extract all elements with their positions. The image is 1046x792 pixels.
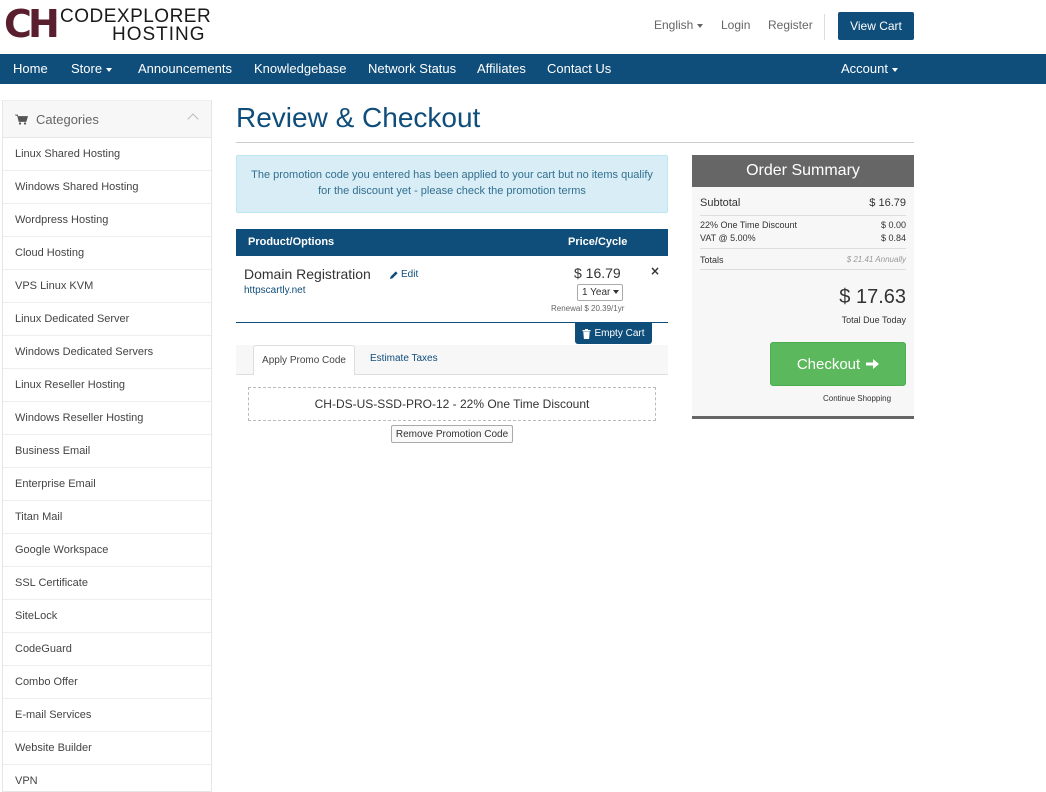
header: CH CODEXPLORER HOSTING English Login Reg…: [0, 0, 1046, 54]
nav-network-status[interactable]: Network Status: [368, 54, 456, 84]
sidebar-item[interactable]: Cloud Hosting: [3, 237, 211, 270]
applied-promo-code: CH-DS-US-SSD-PRO-12 - 22% One Time Disco…: [248, 387, 656, 421]
continue-shopping-link[interactable]: Continue Shopping: [823, 394, 891, 403]
login-link[interactable]: Login: [721, 18, 750, 32]
total-due-amount: $ 17.63: [839, 286, 906, 308]
logo-line-2: HOSTING: [112, 24, 206, 45]
sidebar-item[interactable]: Linux Shared Hosting: [3, 138, 211, 171]
categories-sidebar: Categories Linux Shared Hosting Windows …: [2, 100, 212, 792]
nav-home[interactable]: Home: [13, 54, 48, 84]
chevron-up-icon[interactable]: [187, 113, 199, 125]
promo-tabs: Apply Promo Code Estimate Taxes CH-DS-US…: [236, 345, 668, 457]
item-name: Domain Registration: [244, 266, 371, 282]
sidebar-item[interactable]: Google Workspace: [3, 534, 211, 567]
arrow-right-icon: [866, 359, 880, 369]
promo-tab-panel: CH-DS-US-SSD-PRO-12 - 22% One Time Disco…: [236, 375, 668, 457]
total-due-label: Total Due Today: [841, 315, 906, 325]
promo-alert: The promotion code you entered has been …: [236, 155, 668, 213]
nav-contact-us[interactable]: Contact Us: [547, 54, 611, 84]
sidebar-item[interactable]: SiteLock: [3, 600, 211, 633]
divider: [236, 142, 914, 143]
empty-cart-button[interactable]: Empty Cart: [575, 323, 652, 344]
chevron-down-icon: [613, 290, 620, 295]
sidebar-item[interactable]: Business Email: [3, 435, 211, 468]
nav-store[interactable]: Store: [71, 54, 113, 84]
vat-row: VAT @ 5.00% $ 0.84: [700, 233, 906, 243]
sidebar-item[interactable]: Website Builder: [3, 732, 211, 765]
language-selector[interactable]: English: [654, 18, 704, 32]
sidebar-item[interactable]: Windows Dedicated Servers: [3, 336, 211, 369]
item-price: $ 16.79: [574, 265, 621, 281]
sidebar-item[interactable]: E-mail Services: [3, 699, 211, 732]
billing-cycle-select[interactable]: 1 Year: [577, 284, 623, 301]
sidebar-item[interactable]: VPN: [3, 765, 211, 792]
sidebar-item[interactable]: Combo Offer: [3, 666, 211, 699]
sidebar-item[interactable]: SSL Certificate: [3, 567, 211, 600]
cart-icon: [15, 114, 28, 125]
divider: [824, 14, 825, 40]
order-summary: Order Summary Subtotal $ 16.79 22% One T…: [692, 155, 914, 419]
pencil-icon: [390, 270, 398, 279]
col-price-cycle: Price/Cycle: [568, 236, 628, 248]
remove-promo-button[interactable]: Remove Promotion Code: [391, 425, 513, 443]
sidebar-item[interactable]: CodeGuard: [3, 633, 211, 666]
col-product-options: Product/Options: [248, 236, 335, 248]
cart-table-header: Product/Options Price/Cycle: [236, 229, 668, 256]
sidebar-item[interactable]: Linux Dedicated Server: [3, 303, 211, 336]
divider: [700, 215, 906, 216]
order-summary-title: Order Summary: [692, 155, 914, 187]
sidebar-item[interactable]: Linux Reseller Hosting: [3, 369, 211, 402]
sidebar-item[interactable]: Enterprise Email: [3, 468, 211, 501]
item-domain: httpscartly.net: [244, 285, 306, 296]
categories-header[interactable]: Categories: [3, 100, 211, 138]
checkout-button[interactable]: Checkout: [770, 342, 906, 386]
totals-row: Totals $ 21.41 Annually: [700, 255, 906, 265]
renewal-price: Renewal $ 20.39/1yr: [551, 304, 625, 313]
sidebar-item[interactable]: Titan Mail: [3, 501, 211, 534]
divider: [700, 269, 906, 270]
page-title: Review & Checkout: [236, 102, 481, 133]
categories-title: Categories: [36, 111, 99, 127]
tab-apply-promo-code[interactable]: Apply Promo Code: [253, 345, 355, 375]
nav-account[interactable]: Account: [841, 54, 898, 84]
logo[interactable]: CH CODEXPLORER HOSTING: [4, 2, 211, 46]
tab-estimate-taxes[interactable]: Estimate Taxes: [370, 353, 438, 364]
trash-icon: [582, 328, 591, 339]
register-link[interactable]: Register: [768, 18, 813, 32]
view-cart-button[interactable]: View Cart: [838, 12, 914, 40]
nav-knowledgebase[interactable]: Knowledgebase: [254, 54, 347, 84]
sidebar-item[interactable]: Wordpress Hosting: [3, 204, 211, 237]
nav-announcements[interactable]: Announcements: [138, 54, 232, 84]
main-nav: Home Store Announcements Knowledgebase N…: [0, 54, 1046, 84]
remove-item-icon[interactable]: ×: [650, 264, 660, 278]
subtotal-row: Subtotal $ 16.79: [700, 197, 906, 209]
sidebar-item[interactable]: VPS Linux KVM: [3, 270, 211, 303]
sidebar-item[interactable]: Windows Shared Hosting: [3, 171, 211, 204]
chevron-down-icon: [697, 23, 704, 28]
chevron-down-icon: [891, 67, 898, 72]
divider: [700, 248, 906, 249]
chevron-down-icon: [106, 67, 113, 72]
sidebar-item[interactable]: Windows Reseller Hosting: [3, 402, 211, 435]
edit-item-link[interactable]: Edit: [389, 269, 418, 280]
nav-affiliates[interactable]: Affiliates: [477, 54, 526, 84]
discount-row: 22% One Time Discount $ 0.00: [700, 220, 906, 230]
logo-mark: CH: [4, 2, 60, 46]
